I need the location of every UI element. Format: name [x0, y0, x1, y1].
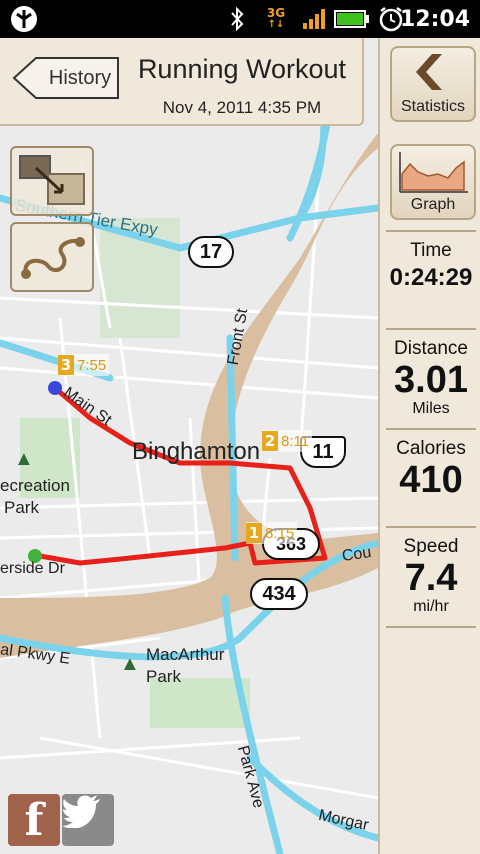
stat-label: Calories	[396, 438, 466, 459]
workout-header: History Running Workout Nov 4, 2011 4:35…	[0, 38, 364, 126]
stat-value: 410	[399, 459, 463, 501]
stat-value: 7.4	[404, 557, 458, 599]
stat-label: Time	[410, 240, 452, 261]
route-shield-434: 434	[250, 578, 308, 610]
split-marker-1[interactable]: 1 8:15	[246, 522, 298, 544]
3g-data-icon: 3G ↑↓	[266, 6, 286, 30]
park-tree-icon: ▲	[120, 653, 140, 675]
map-label-binghamton: Binghamton	[132, 438, 261, 465]
split-number: 1	[246, 523, 262, 543]
app-notification-icon	[4, 0, 44, 38]
split-time: 8:11	[281, 432, 310, 450]
twitter-share-button[interactable]	[62, 794, 114, 846]
graph-label: Graph	[410, 196, 456, 213]
split-marker-3[interactable]: 3 7:55	[58, 354, 110, 376]
status-bar: 3G ↑↓ 12:04	[0, 0, 480, 38]
stat-unit: Miles	[412, 400, 450, 417]
park-tree-icon: ▲	[14, 448, 34, 470]
map-label-riverside: erside Dr	[0, 560, 65, 577]
graph-button[interactable]: Graph	[390, 144, 476, 220]
split-number: 2	[262, 431, 278, 451]
bluetooth-icon	[222, 0, 252, 38]
stat-unit: mi/hr	[413, 598, 449, 615]
stat-calories: Calories 410	[386, 428, 476, 528]
history-label: History	[48, 66, 112, 89]
statistics-label: Statistics	[400, 98, 465, 115]
chevron-left-icon	[416, 54, 442, 90]
route-shield-17: 17	[188, 236, 234, 268]
stat-value: 3.01	[394, 359, 468, 401]
facebook-share-button[interactable]: f	[8, 794, 60, 846]
stat-distance: Distance 3.01 Miles	[386, 328, 476, 428]
graph-icon	[399, 152, 468, 193]
signal-icon	[298, 0, 328, 38]
battery-icon	[332, 0, 372, 38]
map-zoom-fit-button[interactable]	[10, 146, 94, 216]
map-label-macarthur: MacArthur	[146, 645, 225, 664]
split-time: 8:15	[265, 524, 295, 542]
twitter-bird-icon	[62, 795, 100, 828]
stat-value: 0:24:29	[389, 264, 473, 291]
stat-label: Distance	[394, 338, 468, 359]
route-map[interactable]: Southern Tier Expy Main St Front St Bing…	[0, 38, 378, 854]
stat-label: Speed	[403, 536, 459, 557]
route-start-marker	[48, 381, 62, 395]
route-path-icon	[21, 237, 85, 279]
zoom-fit-icon	[19, 155, 85, 205]
map-label-recreation-park: Park	[4, 498, 39, 517]
split-number: 3	[58, 355, 74, 375]
clock: 12:04	[399, 6, 470, 32]
stats-sidebar: Statistics Graph Time 0:24:29 Distance 3…	[378, 38, 480, 854]
split-time: 7:55	[77, 356, 107, 374]
map-label-macarthur-park: Park	[146, 667, 181, 686]
map-route-view-button[interactable]	[10, 222, 94, 292]
statistics-button[interactable]: Statistics	[390, 46, 476, 122]
workout-datetime: Nov 4, 2011 4:35 PM	[162, 98, 322, 117]
split-marker-2[interactable]: 2 8:11	[262, 430, 313, 452]
stat-speed: Speed 7.4 mi/hr	[386, 526, 476, 628]
history-back-button[interactable]: History	[12, 56, 120, 100]
map-label-recreation: ecreation	[0, 476, 70, 495]
stat-time: Time 0:24:29	[386, 230, 476, 322]
page-title: Running Workout	[137, 54, 347, 84]
